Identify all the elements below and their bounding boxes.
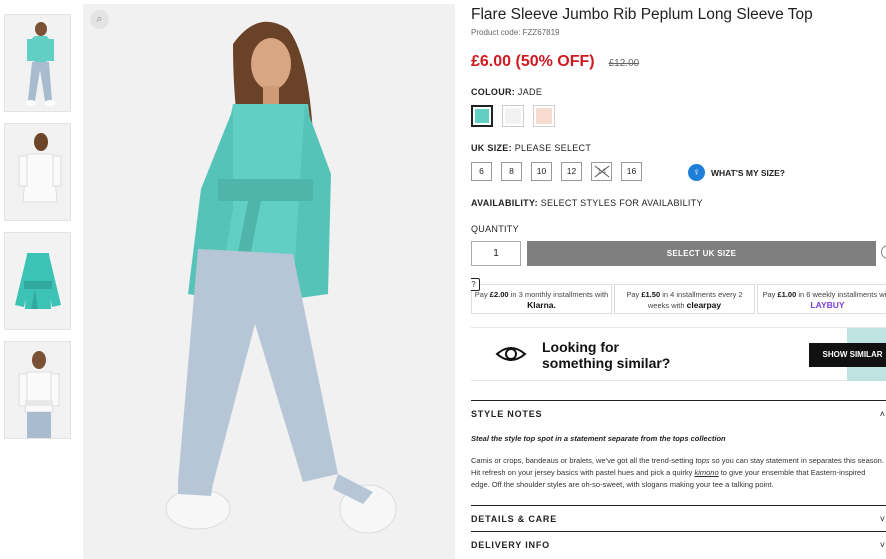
similar-text: Looking for something similar? xyxy=(542,339,670,371)
details-care-section[interactable]: DETAILS & CARE ˅ xyxy=(471,505,886,531)
show-similar-button[interactable]: SHOW SIMILAR xyxy=(809,343,886,367)
size-guide-icon: ♀ xyxy=(688,164,705,181)
price-row: £6.00 (50% OFF) £12.00 xyxy=(471,53,639,71)
model-photo xyxy=(83,4,455,559)
klarna-logo: Klarna. xyxy=(527,300,556,310)
chevron-down-icon[interactable]: ˅ xyxy=(880,540,885,550)
thumbnail-2-image xyxy=(18,133,62,203)
availability-row: AVAILABILITY: SELECT STYLES FOR AVAILABI… xyxy=(471,198,703,208)
similar-line-1: Looking for xyxy=(542,339,619,355)
payment-klarna[interactable]: Pay £2.00 in 3 monthly installments with… xyxy=(471,284,612,314)
pay-text: in 3 monthly installments with xyxy=(508,290,609,299)
thumbnail-1[interactable] xyxy=(4,14,71,112)
colour-selected: JADE xyxy=(517,87,543,97)
pay-text: Pay xyxy=(762,290,778,299)
size-14-unavailable[interactable]: 14 xyxy=(591,162,612,181)
zoom-icon[interactable]: ⌕ xyxy=(90,10,109,29)
size-6[interactable]: 6 xyxy=(471,162,492,181)
delivery-info-section[interactable]: DELIVERY INFO ˅ xyxy=(471,531,886,559)
laybuy-logo: LAYBUY xyxy=(810,300,845,310)
original-price: £12.00 xyxy=(608,58,640,69)
size-label: UK SIZE: xyxy=(471,143,512,153)
eye-icon xyxy=(495,347,527,361)
whats-my-size-label: WHAT'S MY SIZE? xyxy=(711,167,785,178)
thumbnail-list xyxy=(4,14,72,450)
thumbnail-4[interactable] xyxy=(4,341,71,439)
similar-banner: Looking for something similar? SHOW SIMI… xyxy=(471,327,886,381)
thumbnail-3[interactable] xyxy=(4,232,71,330)
colour-swatches xyxy=(471,105,555,127)
thumbnail-2[interactable] xyxy=(4,123,71,221)
thumbnail-1-image xyxy=(26,22,55,106)
thumbnail-4-image xyxy=(18,351,60,438)
select-size-button[interactable]: SELECT UK SIZE xyxy=(527,241,876,266)
size-label-row: UK SIZE: PLEASE SELECT xyxy=(471,143,591,153)
heart-icon[interactable] xyxy=(881,245,886,259)
pay-amount: £1.00 xyxy=(777,290,797,299)
pay-amount: £2.00 xyxy=(489,290,509,299)
size-8[interactable]: 8 xyxy=(501,162,522,181)
payment-options: Pay £2.00 in 3 monthly installments with… xyxy=(471,284,886,314)
product-code: Product code: FZZ67819 xyxy=(471,28,560,37)
chevron-up-icon[interactable]: ˄ xyxy=(880,409,885,419)
availability-label: AVAILABILITY: xyxy=(471,198,538,208)
chevron-down-icon[interactable]: ˅ xyxy=(880,514,885,524)
delivery-info-heading[interactable]: DELIVERY INFO xyxy=(471,532,886,550)
swatch-white[interactable] xyxy=(502,105,524,127)
pay-text: Pay xyxy=(626,290,642,299)
payment-laybuy[interactable]: Pay £1.00 in 6 weekly installments with … xyxy=(757,284,886,314)
style-notes-subtitle: Steal the style top spot in a statement … xyxy=(471,434,726,443)
size-12[interactable]: 12 xyxy=(561,162,582,181)
style-notes-heading[interactable]: STYLE NOTES xyxy=(471,401,886,419)
whats-my-size-link[interactable]: ♀ WHAT'S MY SIZE? xyxy=(688,164,785,181)
size-10[interactable]: 10 xyxy=(531,162,552,181)
product-details-panel: Flare Sleeve Jumbo Rib Peplum Long Sleev… xyxy=(471,0,886,559)
quantity-label: QUANTITY xyxy=(471,224,519,234)
pay-text: in 6 weekly installments with xyxy=(796,290,886,299)
thumbnail-3-image xyxy=(15,253,61,309)
tops-link[interactable]: tops xyxy=(695,456,709,465)
clearpay-logo: clearpay xyxy=(686,300,722,310)
notes-text: Camis or crops, bandeaus or bralets, we'… xyxy=(471,456,696,465)
swatch-jade[interactable] xyxy=(471,105,493,127)
size-16[interactable]: 16 xyxy=(621,162,642,181)
help-icon[interactable]: ? xyxy=(471,278,480,291)
size-selected: PLEASE SELECT xyxy=(514,143,592,153)
payment-clearpay[interactable]: Pay £1.50 in 4 installments every 2 week… xyxy=(614,284,755,314)
colour-label: COLOUR: xyxy=(471,87,516,97)
product-title: Flare Sleeve Jumbo Rib Peplum Long Sleev… xyxy=(471,6,813,23)
size-options: 6 8 10 12 14 16 xyxy=(471,162,642,181)
pay-text: Pay xyxy=(474,290,490,299)
pay-amount: £1.50 xyxy=(641,290,661,299)
kimono-link[interactable]: kimono xyxy=(694,468,718,477)
sale-price: £6.00 (50% OFF) xyxy=(471,53,595,70)
style-notes-body: Camis or crops, bandeaus or bralets, we'… xyxy=(471,455,886,491)
details-care-heading[interactable]: DETAILS & CARE xyxy=(471,506,886,524)
swatch-blush[interactable] xyxy=(533,105,555,127)
main-product-image[interactable]: ⌕ xyxy=(83,4,455,559)
availability-value: SELECT STYLES FOR AVAILABILITY xyxy=(540,198,703,208)
quantity-input[interactable] xyxy=(471,241,521,266)
similar-line-2: something similar? xyxy=(542,355,671,371)
colour-label-row: COLOUR: JADE xyxy=(471,87,542,97)
